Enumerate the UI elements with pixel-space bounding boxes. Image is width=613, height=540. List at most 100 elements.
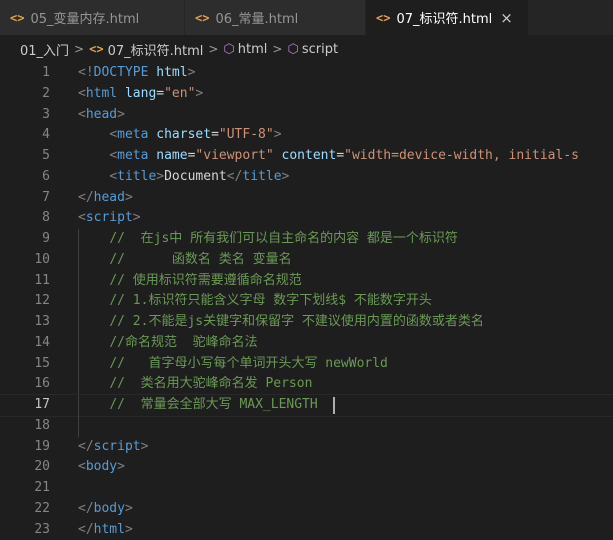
code-token: DOCTYPE — [93, 65, 149, 80]
line-number: 22 — [34, 500, 50, 516]
code-line[interactable]: 15 // 首字母小写每个单词开头大写 newWorld — [0, 353, 613, 375]
line-text: // 在js中 所有我们可以自主命名的内容 都是一个标识符 — [78, 229, 458, 250]
code-token: = — [156, 85, 165, 101]
code-line[interactable]: 13 // 2.不能是js关键字和保留字 不建议使用内置的函数或者类名 — [0, 312, 613, 333]
line-number: 8 — [42, 210, 50, 226]
breadcrumb-folder[interactable]: 01_入门 — [20, 40, 69, 59]
code-line[interactable]: 19 </script> — [0, 437, 613, 458]
code-line[interactable]: 7 </head> — [0, 188, 613, 209]
line-text: </script> — [78, 437, 148, 458]
line-text: <title>Document</title> — [78, 167, 289, 188]
code-line[interactable]: 23 </html> — [0, 520, 613, 540]
code-token: head — [85, 106, 118, 122]
line-number: 4 — [42, 127, 50, 143]
code-line[interactable]: 8 <script> — [0, 208, 613, 229]
code-line[interactable]: 9 // 在js中 所有我们可以自主命名的内容 都是一个标识符 — [0, 229, 613, 250]
code-line[interactable]: 16 // 类名用大驼峰命名发 Person — [0, 374, 613, 395]
code-line[interactable]: 10 // 函数名 类名 变量名 — [0, 249, 613, 271]
code-line[interactable]: 3 <head> — [0, 105, 613, 126]
tab-label: 07_标识符.html — [396, 12, 493, 27]
code-token: > — [140, 438, 149, 454]
breadcrumb-file[interactable]: 07_标识符.html — [108, 40, 204, 59]
code-line[interactable]: 2 <html lang="en"> — [0, 84, 613, 105]
code-line[interactable]: 6 <title>Document</title> — [0, 167, 613, 188]
line-number: 20 — [34, 459, 50, 475]
line-text: // 使用标识符需要遵循命名规范 — [78, 271, 302, 292]
code-token: // 常量会全部大写 MAX_LENGTH — [109, 397, 318, 412]
tab-05-variable-memory[interactable]: <> 05_变量内存.html — [0, 0, 185, 35]
line-number: 6 — [42, 168, 50, 184]
code-token: charset — [156, 127, 212, 143]
text-cursor — [333, 397, 335, 414]
tab-06-constants[interactable]: <> 06_常量.html — [185, 0, 366, 35]
line-text: <meta charset="UTF-8"> — [78, 125, 281, 146]
code-token: meta — [117, 127, 149, 143]
tab-07-identifiers[interactable]: <> 07_标识符.html × — [366, 0, 529, 35]
code-token: > — [281, 168, 290, 184]
code-token: // 函数名 类名 变量名 — [109, 251, 292, 267]
html-file-icon: <> — [376, 10, 391, 25]
tab-label: 06_常量.html — [215, 12, 299, 27]
code-token: //命名规范 驼峰命名法 — [109, 334, 258, 350]
code-line[interactable]: 4 <meta charset="UTF-8"> — [0, 125, 613, 146]
code-line[interactable]: 1 <!DOCTYPE html> — [0, 63, 613, 84]
code-line[interactable]: 17 // 常量会全部大写 MAX_LENGTH — [0, 394, 613, 417]
code-token: <! — [78, 65, 94, 80]
code-token: "UTF-8" — [218, 127, 274, 143]
code-token: title — [242, 168, 282, 184]
code-line[interactable]: 21 — [0, 478, 613, 499]
code-token: content — [281, 148, 337, 163]
code-token: name — [156, 148, 188, 163]
tab-bar: <> 05_变量内存.html <> 06_常量.html <> 07_标识符.… — [0, 0, 613, 35]
line-number: 10 — [34, 251, 50, 267]
breadcrumb-symbol-html[interactable]: html — [238, 42, 268, 57]
code-token: > — [195, 85, 204, 101]
breadcrumb-symbol-script[interactable]: script — [302, 42, 338, 57]
code-line[interactable]: 18 — [0, 415, 613, 437]
code-token: lang — [124, 85, 157, 101]
code-token: > — [156, 168, 165, 184]
line-number: 15 — [34, 355, 50, 371]
code-line[interactable]: 12 // 1.标识符只能含义字母 数字下划线$ 不能数字开头 — [0, 291, 613, 312]
line-number: 12 — [34, 293, 50, 309]
code-token: head — [93, 189, 125, 205]
code-token: meta — [117, 148, 149, 163]
line-number: 11 — [34, 272, 50, 288]
line-number: 3 — [42, 106, 50, 122]
code-token: body — [93, 500, 125, 516]
code-token: // 使用标识符需要遵循命名规范 — [109, 272, 302, 288]
html-file-icon: <> — [195, 10, 210, 25]
code-token: // 首字母小写每个单词开头大写 newWorld — [109, 355, 388, 371]
code-token: "en" — [164, 85, 196, 101]
code-token: "viewport" — [195, 148, 274, 163]
code-token: > — [132, 210, 141, 226]
line-number: 7 — [42, 189, 50, 205]
code-token: > — [124, 521, 133, 537]
code-token: > — [117, 459, 125, 475]
chevron-right-icon: > — [208, 42, 219, 56]
code-line[interactable]: 5 <meta name="viewport" content="width=d… — [0, 146, 613, 167]
code-token: = — [211, 127, 219, 143]
line-number: 23 — [34, 521, 50, 537]
code-line[interactable]: 22 </body> — [0, 499, 613, 520]
code-line[interactable]: 11 // 使用标识符需要遵循命名规范 — [0, 270, 613, 292]
line-number: 2 — [42, 85, 50, 101]
indent-guide — [78, 415, 79, 437]
close-icon[interactable]: × — [500, 9, 513, 27]
line-text: </body> — [78, 499, 133, 520]
code-editor: <> 05_变量内存.html <> 06_常量.html <> 07_标识符.… — [0, 0, 613, 540]
html-file-icon: <> — [89, 42, 104, 56]
code-line[interactable]: 14 //命名规范 驼峰命名法 — [0, 332, 613, 354]
code-token: < — [78, 210, 86, 226]
code-area[interactable]: 1 <!DOCTYPE html> 2 <html lang="en"> 3 <head>… — [0, 63, 613, 540]
line-text: // 类名用大驼峰命名发 Person — [78, 374, 312, 395]
code-line[interactable]: 20 <body> — [0, 457, 613, 478]
code-token: html — [85, 85, 118, 101]
